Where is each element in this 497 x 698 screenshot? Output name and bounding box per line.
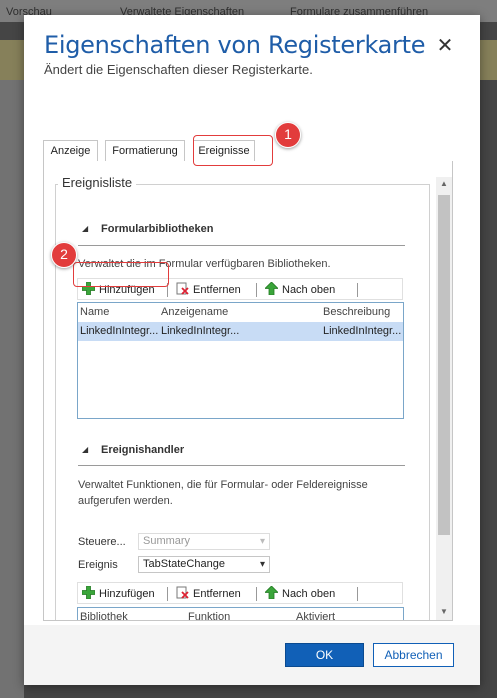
grid-header: Bibliothek Funktion Aktiviert xyxy=(78,608,403,620)
dialog-subtitle: Ändert die Eigenschaften dieser Register… xyxy=(44,62,313,77)
handlers-heading: Ereignishandler xyxy=(101,444,185,456)
toolbar-separator xyxy=(256,283,257,297)
cell-display-name: LinkedInIntegr... xyxy=(161,325,240,337)
column-header-description[interactable]: Beschreibung xyxy=(323,306,390,318)
move-up-library-button[interactable]: Nach oben xyxy=(265,282,335,298)
ok-button[interactable]: OK xyxy=(285,643,364,667)
remove-library-label: Entfernen xyxy=(193,284,241,296)
add-handler-button[interactable]: Hinzufügen xyxy=(82,586,155,602)
chevron-down-icon: ▾ xyxy=(259,536,265,547)
cancel-button[interactable]: Abbrechen xyxy=(373,643,454,667)
table-row[interactable]: LinkedInIntegr... LinkedInIntegr... Link… xyxy=(78,322,403,341)
callout-highlight-ereignisse xyxy=(193,135,273,166)
event-select-value: TabStateChange xyxy=(143,558,225,570)
tab-anzeige[interactable]: Anzeige xyxy=(43,140,98,162)
scroll-up-icon[interactable]: ▲ xyxy=(436,177,452,191)
grid-header: Name Anzeigename Beschreibung xyxy=(78,303,403,321)
toolbar-separator xyxy=(167,587,168,601)
libraries-heading: Formularbibliotheken xyxy=(101,223,214,235)
callout-badge-2: 2 xyxy=(51,242,77,268)
dialog-title: Eigenschaften von Registerkarte xyxy=(44,31,426,59)
cell-description: LinkedInIntegr... xyxy=(323,325,402,337)
tab-formatierung[interactable]: Formatierung xyxy=(105,140,185,162)
callout-highlight-hinzufuegen xyxy=(73,262,169,287)
delete-document-icon xyxy=(176,586,189,599)
event-select[interactable]: TabStateChange ▾ xyxy=(138,556,270,573)
chevron-down-icon: ▾ xyxy=(259,559,265,570)
tab-panel-ereignisse: ▲ ▼ Ereignisliste ◢ Formularbibliotheken… xyxy=(43,161,453,621)
cell-name: LinkedInIntegr... xyxy=(80,325,159,337)
remove-handler-label: Entfernen xyxy=(193,588,241,600)
move-up-library-label: Nach oben xyxy=(282,284,336,296)
arrow-up-icon xyxy=(265,282,278,295)
column-header-display-name[interactable]: Anzeigename xyxy=(161,306,228,318)
toolbar-separator xyxy=(357,587,358,601)
scroll-thumb[interactable] xyxy=(438,195,450,535)
add-handler-label: Hinzufügen xyxy=(99,588,155,600)
control-label: Steuere... xyxy=(78,536,126,548)
handlers-description-line2: aufgerufen werden. xyxy=(78,495,173,507)
remove-library-button[interactable]: Entfernen xyxy=(176,282,241,298)
dialog-footer: OK Abbrechen xyxy=(24,625,480,685)
control-select: Summary ▾ xyxy=(138,533,270,550)
libraries-divider xyxy=(78,245,405,246)
arrow-up-icon xyxy=(265,586,278,599)
close-icon[interactable]: ✕ xyxy=(434,35,456,57)
handlers-toolbar: Hinzufügen Entfernen Nach oben xyxy=(77,582,403,604)
event-list-legend: Ereignisliste xyxy=(58,175,137,190)
panel-scrollbar[interactable]: ▲ ▼ xyxy=(436,177,452,620)
control-select-value: Summary xyxy=(143,535,191,547)
toolbar-separator xyxy=(256,587,257,601)
delete-document-icon xyxy=(176,282,189,295)
column-header-name[interactable]: Name xyxy=(80,306,109,318)
collapse-triangle-icon[interactable]: ◢ xyxy=(82,445,88,454)
column-header-function[interactable]: Funktion xyxy=(188,611,230,620)
libraries-grid: Name Anzeigename Beschreibung LinkedInIn… xyxy=(77,302,404,419)
column-header-library[interactable]: Bibliothek xyxy=(80,611,128,620)
callout-badge-1: 1 xyxy=(275,122,301,148)
move-up-handler-label: Nach oben xyxy=(282,588,336,600)
handlers-divider xyxy=(78,465,405,466)
scroll-down-icon[interactable]: ▼ xyxy=(436,605,452,619)
event-label: Ereignis xyxy=(78,559,118,571)
plus-icon xyxy=(82,586,95,599)
handlers-description-line1: Verwaltet Funktionen, die für Formular- … xyxy=(78,479,368,491)
remove-handler-button[interactable]: Entfernen xyxy=(176,586,241,602)
column-header-enabled[interactable]: Aktiviert xyxy=(296,611,335,620)
tab-properties-dialog: Eigenschaften von Registerkarte Ändert d… xyxy=(24,15,480,685)
handlers-grid: Bibliothek Funktion Aktiviert xyxy=(77,607,404,620)
move-up-handler-button[interactable]: Nach oben xyxy=(265,586,335,602)
toolbar-separator xyxy=(357,283,358,297)
collapse-triangle-icon[interactable]: ◢ xyxy=(82,224,88,233)
